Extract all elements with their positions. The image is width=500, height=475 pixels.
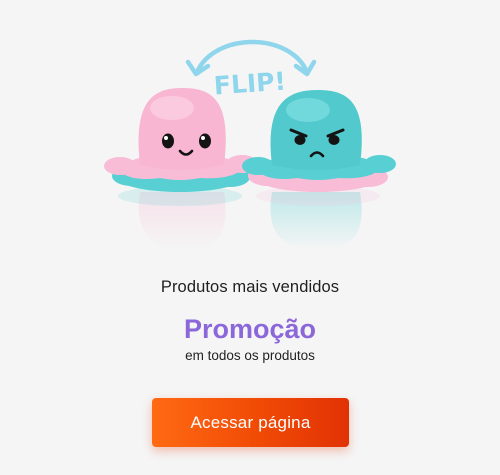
promo-subtitle: em todos os produtos (185, 348, 315, 363)
teal-octopus-plush (242, 90, 396, 192)
hero-image: FLIP! (0, 0, 500, 270)
access-page-button[interactable]: Acessar página (152, 398, 349, 447)
flip-arrow-icon (194, 39, 310, 75)
flip-label: FLIP! (213, 67, 287, 101)
promo-title: Promoção (183, 314, 317, 344)
promo-card: FLIP! Produtos mais vendidos Promoção em… (0, 0, 500, 475)
pink-octopus-plush (104, 88, 258, 192)
section-headline: Produtos mais vendidos (160, 278, 340, 296)
